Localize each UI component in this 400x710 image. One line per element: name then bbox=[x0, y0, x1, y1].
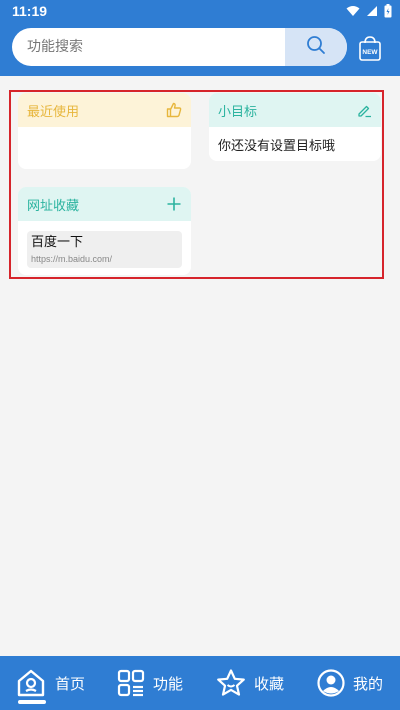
search-button[interactable] bbox=[285, 28, 347, 66]
wifi-icon bbox=[346, 5, 360, 17]
recent-card: 最近使用 bbox=[18, 93, 191, 169]
new-badge-text: NEW bbox=[362, 49, 378, 56]
nav-label-mine: 我的 bbox=[352, 674, 383, 693]
nav-label-favorites: 收藏 bbox=[253, 674, 284, 693]
nav-item-functions[interactable]: 功能 bbox=[100, 656, 200, 710]
user-icon bbox=[317, 669, 345, 697]
bottom-nav: 首页 功能 收藏 我的 bbox=[0, 656, 400, 710]
favorite-item[interactable]: 百度一下 https://m.baidu.com/ bbox=[27, 231, 182, 268]
edit-pencil-icon[interactable] bbox=[357, 103, 372, 118]
goal-card-header: 小目标 bbox=[209, 93, 381, 127]
recent-card-header: 最近使用 bbox=[18, 93, 191, 127]
nav-item-favorites[interactable]: 收藏 bbox=[200, 656, 300, 710]
grid-apps-icon bbox=[117, 669, 145, 697]
status-time: 11:19 bbox=[12, 3, 48, 19]
search-bar bbox=[12, 28, 347, 66]
battery-icon bbox=[384, 4, 392, 18]
favorites-card-header: 网址收藏 bbox=[18, 187, 191, 221]
nav-label-home: 首页 bbox=[54, 674, 85, 693]
thumbs-up-icon[interactable] bbox=[166, 102, 182, 118]
goal-card[interactable]: 小目标 你还没有设置目标哦 bbox=[209, 93, 381, 161]
goal-card-title: 小目标 bbox=[218, 104, 258, 120]
recent-card-title: 最近使用 bbox=[27, 104, 80, 120]
home-icon bbox=[15, 667, 47, 699]
favorites-card-title: 网址收藏 bbox=[27, 198, 80, 214]
system-icons bbox=[346, 4, 392, 18]
search-input[interactable] bbox=[12, 28, 284, 66]
goal-empty-text: 你还没有设置目标哦 bbox=[218, 139, 336, 154]
top-bar: 11:19 NEW bbox=[0, 0, 400, 76]
new-features-button[interactable]: NEW bbox=[356, 34, 384, 62]
star-icon bbox=[216, 668, 246, 698]
favorites-card: 网址收藏 百度一下 https://m.baidu.com/ bbox=[18, 187, 191, 275]
status-bar: 11:19 bbox=[0, 0, 400, 24]
favorite-item-title: 百度一下 bbox=[31, 235, 84, 250]
active-tab-indicator bbox=[18, 700, 46, 704]
signal-icon bbox=[366, 5, 378, 17]
new-bag-icon: NEW bbox=[356, 36, 384, 66]
plus-icon[interactable] bbox=[166, 196, 182, 212]
search-icon bbox=[306, 35, 326, 59]
nav-label-functions: 功能 bbox=[152, 674, 183, 693]
nav-item-home[interactable]: 首页 bbox=[0, 656, 100, 710]
favorite-item-url: https://m.baidu.com/ bbox=[31, 254, 113, 264]
nav-item-mine[interactable]: 我的 bbox=[300, 656, 400, 710]
